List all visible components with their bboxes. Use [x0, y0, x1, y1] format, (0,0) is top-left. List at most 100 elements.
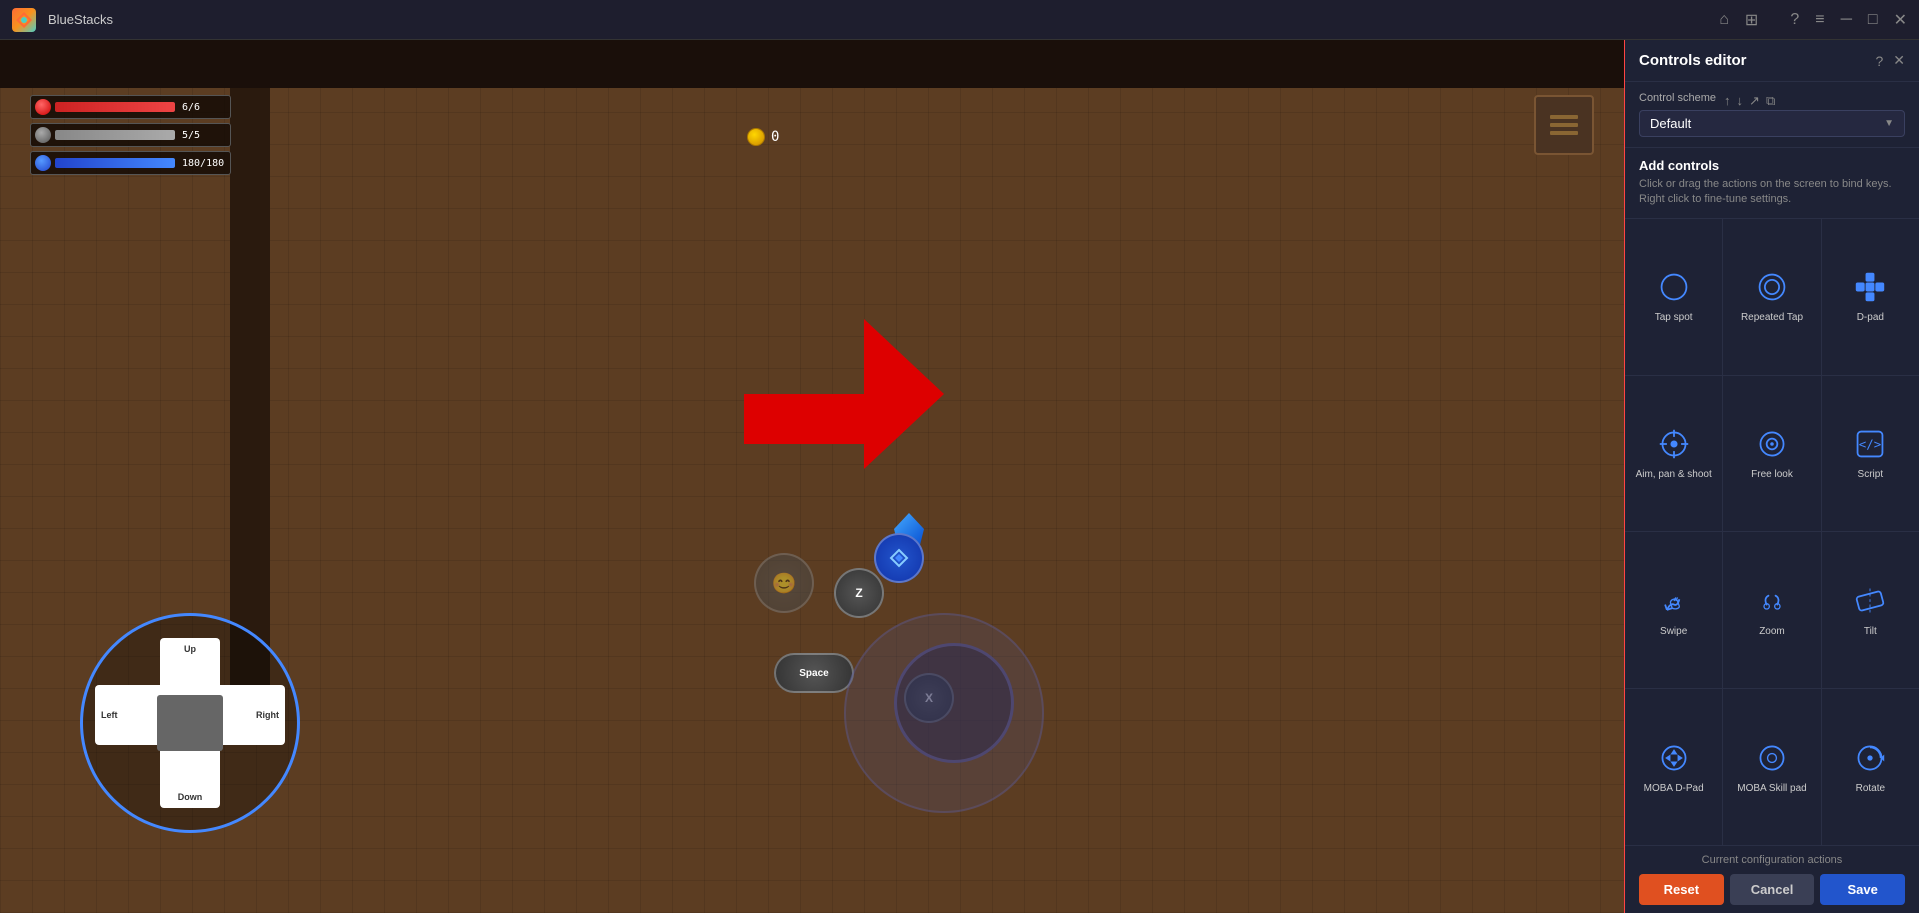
free-look-icon: [1754, 426, 1790, 462]
control-item-aim[interactable]: Aim, pan & shoot: [1625, 376, 1722, 532]
control-scheme-label: Control scheme: [1639, 92, 1716, 104]
dpad-center: [157, 695, 223, 751]
control-item-swipe[interactable]: Swipe: [1625, 532, 1722, 688]
add-controls-desc: Click or drag the actions on the screen …: [1639, 177, 1905, 208]
scheme-upload-icon[interactable]: ↑: [1724, 93, 1731, 109]
aim-icon: [1656, 426, 1692, 462]
shield-row: 5/5: [30, 123, 231, 147]
close-icon[interactable]: ✕: [1894, 10, 1907, 30]
add-controls-section: Add controls Click or drag the actions o…: [1625, 148, 1919, 219]
tap-spot-label: Tap spot: [1655, 311, 1693, 324]
bottom-buttons: Reset Cancel Save: [1639, 874, 1905, 905]
arrow-head: [864, 319, 944, 469]
shield-bar: [55, 130, 175, 140]
app-logo: [12, 8, 36, 32]
save-button[interactable]: Save: [1820, 874, 1905, 905]
scheme-copy-icon[interactable]: ⧉: [1766, 93, 1775, 109]
current-config-label: Current configuration actions: [1639, 854, 1905, 866]
moba-dpad-label: MOBA D-Pad: [1644, 782, 1704, 795]
panel-help-icon[interactable]: ?: [1875, 53, 1883, 69]
control-item-tap-spot[interactable]: Tap spot: [1625, 219, 1722, 375]
red-arrow: [744, 357, 944, 457]
scheme-dropdown[interactable]: Default ▼: [1639, 110, 1905, 137]
panel-close-icon[interactable]: ✕: [1893, 52, 1905, 69]
z-button[interactable]: Z: [834, 568, 884, 618]
health-icon: [35, 99, 51, 115]
cancel-button[interactable]: Cancel: [1730, 874, 1815, 905]
grid-icon[interactable]: ⊞: [1745, 10, 1758, 30]
title-bar: BlueStacks ⌂ ⊞ ? ≡ ─ □ ✕: [0, 0, 1919, 40]
health-value: 6/6: [182, 102, 200, 113]
inv-line-3: [1550, 131, 1578, 135]
maximize-icon[interactable]: □: [1868, 11, 1878, 29]
dark-top-wall: [0, 40, 1624, 88]
dpad-icon: [1852, 269, 1888, 305]
control-item-script[interactable]: </> Script: [1822, 376, 1919, 532]
minimize-icon[interactable]: ─: [1841, 11, 1852, 29]
script-label: Script: [1858, 468, 1884, 481]
blue-action-button[interactable]: [874, 533, 924, 583]
help-icon[interactable]: ?: [1790, 11, 1799, 29]
dropdown-arrow-icon: ▼: [1884, 118, 1894, 129]
arrow-shape: [744, 357, 944, 457]
repeated-tap-icon: [1754, 269, 1790, 305]
dpad-container[interactable]: Up Down Left Right: [80, 613, 300, 833]
health-bar: [55, 102, 175, 112]
tap-spot-icon: [1656, 269, 1692, 305]
swipe-icon: [1656, 583, 1692, 619]
joystick-area[interactable]: [894, 643, 1014, 763]
control-item-repeated-tap[interactable]: Repeated Tap: [1723, 219, 1820, 375]
control-item-tilt[interactable]: Tilt: [1822, 532, 1919, 688]
dpad-right-label: Right: [256, 710, 279, 720]
moba-dpad-icon: [1656, 740, 1692, 776]
mana-icon: [35, 155, 51, 171]
shield-bar-fill: [55, 130, 175, 140]
tilt-icon: [1852, 583, 1888, 619]
control-item-free-look[interactable]: Free look: [1723, 376, 1820, 532]
rotate-icon: [1852, 740, 1888, 776]
inv-line-2: [1550, 123, 1578, 127]
coin-icon: [747, 128, 765, 146]
controls-grid: Tap spot Repeated Tap: [1625, 219, 1919, 845]
mana-bar: [55, 158, 175, 168]
health-row: 6/6: [30, 95, 231, 119]
swipe-label: Swipe: [1660, 625, 1687, 638]
script-icon: </>: [1852, 426, 1888, 462]
shield-value: 5/5: [182, 130, 200, 141]
health-bar-fill: [55, 102, 175, 112]
inventory-box[interactable]: [1534, 95, 1594, 155]
panel-header-icons: ? ✕: [1875, 52, 1905, 69]
scheme-icons: ↑ ↓ ↗ ⧉: [1724, 93, 1775, 109]
control-item-dpad[interactable]: D-pad: [1822, 219, 1919, 375]
zoom-icon: [1754, 583, 1790, 619]
game-hud: 6/6 5/5 180/180: [30, 95, 231, 175]
controls-bottom: Current configuration actions Reset Canc…: [1625, 845, 1919, 913]
controls-editor-panel: Controls editor ? ✕ Control scheme ↑ ↓ ↗…: [1624, 40, 1919, 913]
control-item-moba-skill[interactable]: MOBA Skill pad: [1723, 689, 1820, 845]
control-item-moba-dpad[interactable]: MOBA D-Pad: [1625, 689, 1722, 845]
coin-area: 0: [747, 128, 779, 146]
moba-skill-icon: [1754, 740, 1790, 776]
main-area: 6/6 5/5 180/180 0: [0, 40, 1919, 913]
dpad-control-label: D-pad: [1857, 311, 1884, 324]
scheme-download-icon[interactable]: ↓: [1737, 93, 1744, 109]
app-name: BlueStacks: [48, 12, 1707, 27]
reset-button[interactable]: Reset: [1639, 874, 1724, 905]
control-item-zoom[interactable]: Zoom: [1723, 532, 1820, 688]
rotate-label: Rotate: [1856, 782, 1885, 795]
control-item-rotate[interactable]: Rotate: [1822, 689, 1919, 845]
dpad-left-label: Left: [101, 710, 118, 720]
dpad-up-label: Up: [184, 644, 196, 654]
add-controls-title: Add controls: [1639, 158, 1905, 173]
scheme-share-icon[interactable]: ↗: [1749, 93, 1760, 109]
svg-text:</>: </>: [1859, 436, 1881, 451]
coin-count: 0: [771, 129, 779, 145]
space-button[interactable]: Space: [774, 653, 854, 693]
titlebar-controls: ⌂ ⊞ ? ≡ ─ □ ✕: [1719, 10, 1907, 30]
control-scheme-row: Control scheme ↑ ↓ ↗ ⧉: [1639, 92, 1905, 110]
smiley-button[interactable]: 😊: [754, 553, 814, 613]
repeated-tap-label: Repeated Tap: [1741, 311, 1803, 324]
home-icon[interactable]: ⌂: [1719, 11, 1729, 29]
menu-icon[interactable]: ≡: [1815, 11, 1824, 29]
scheme-selected-value: Default: [1650, 116, 1691, 131]
